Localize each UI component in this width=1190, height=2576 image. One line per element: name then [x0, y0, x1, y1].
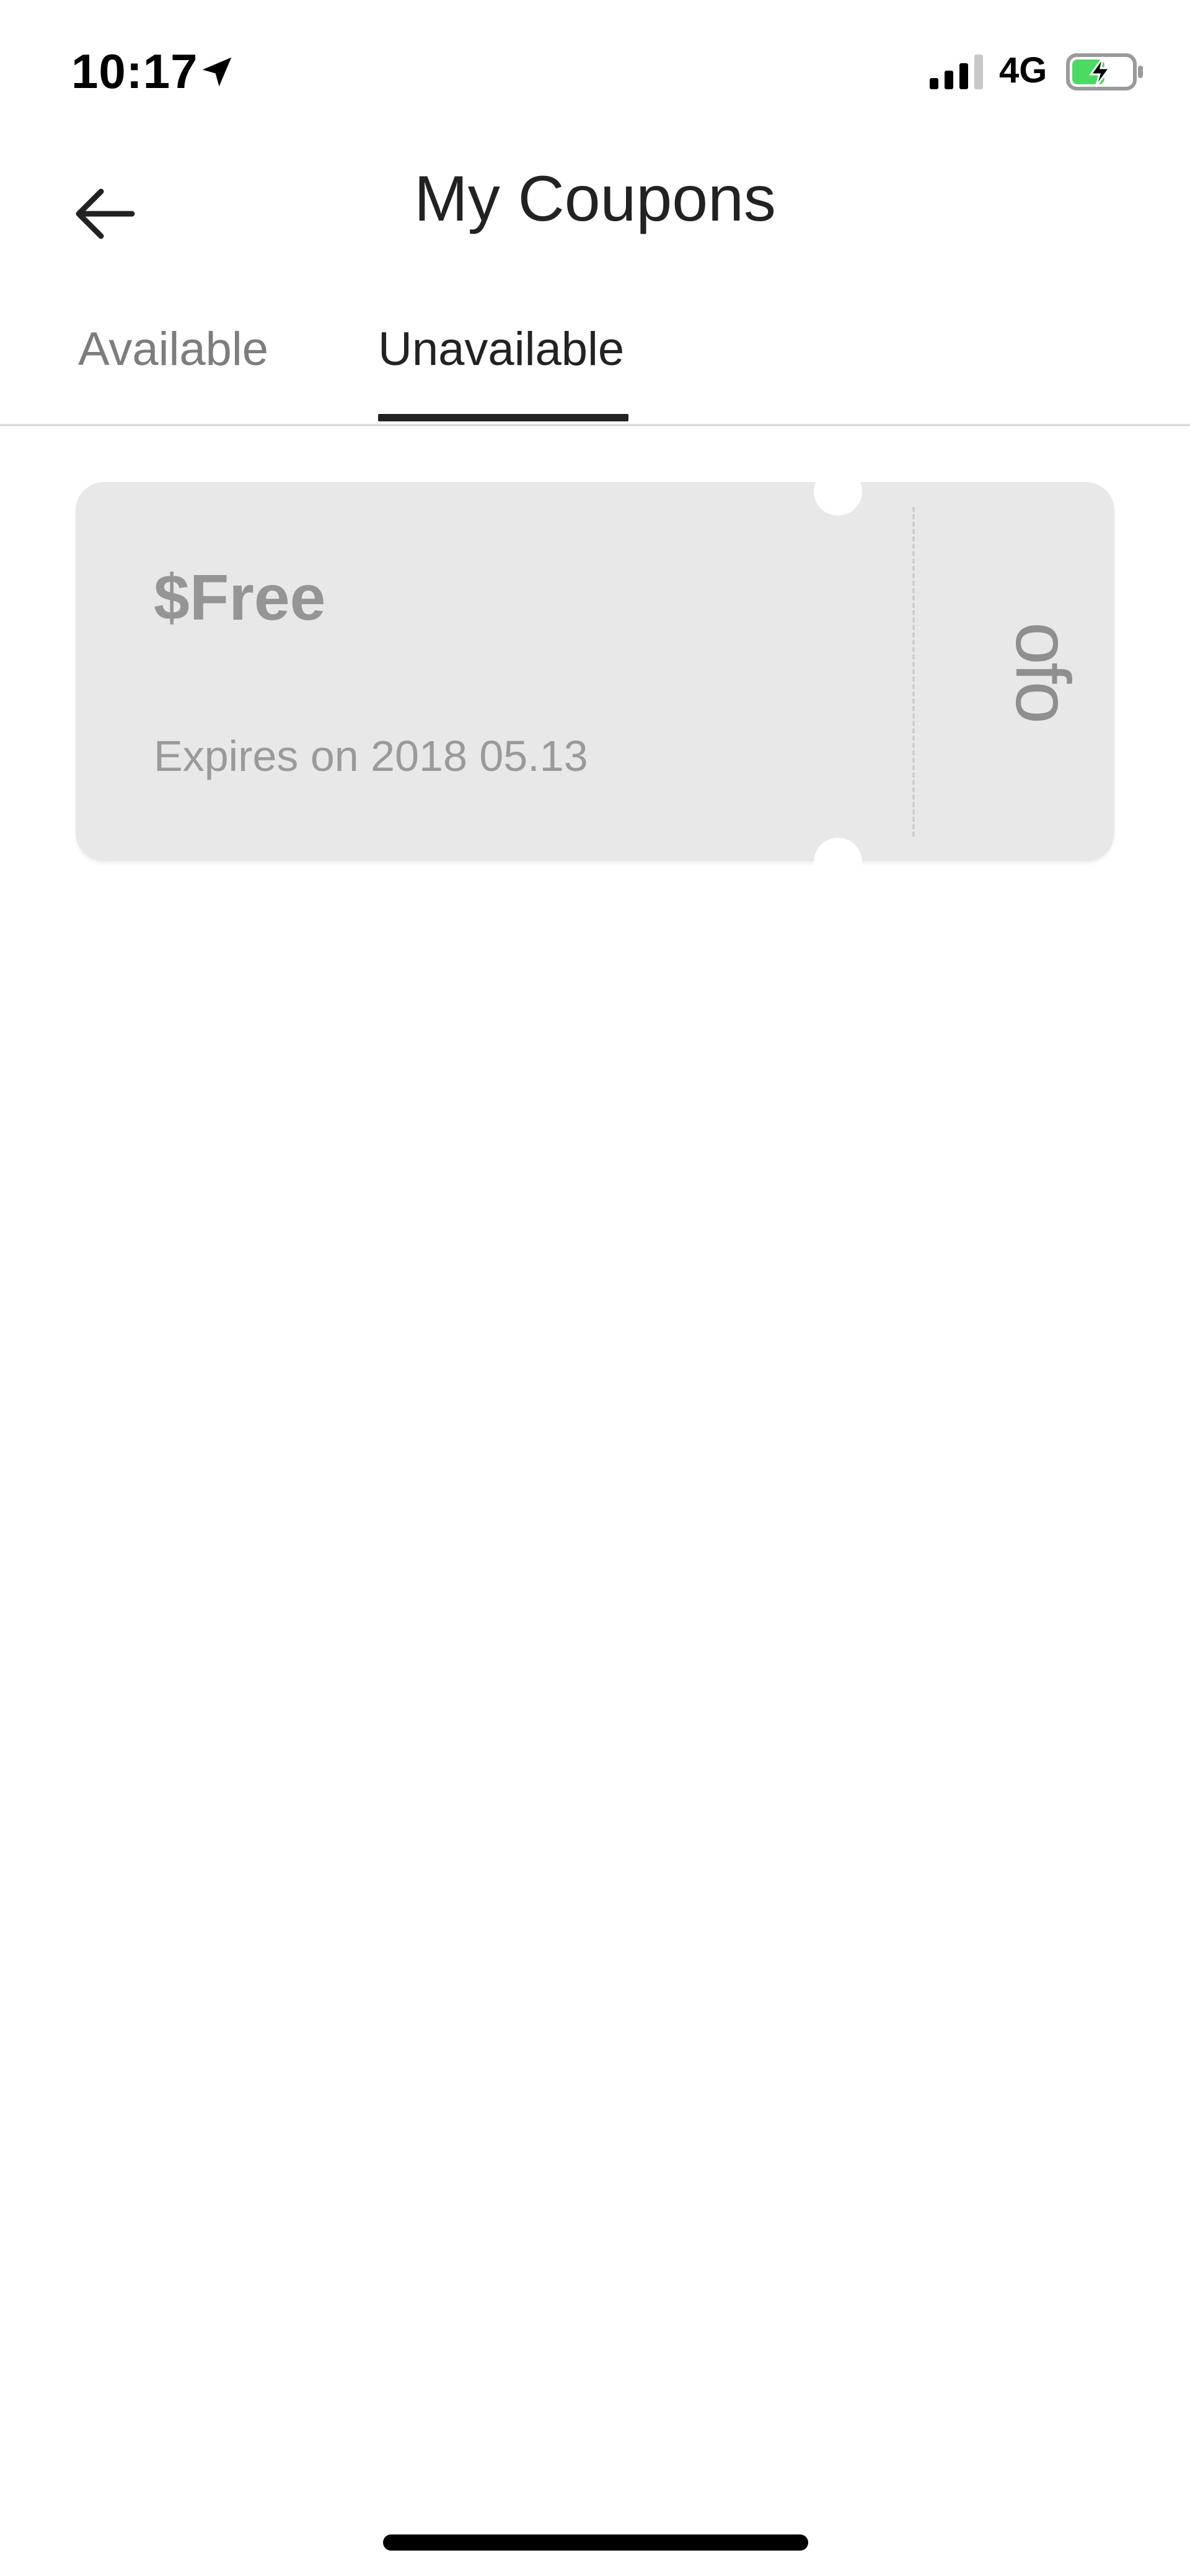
- status-time: 10:17: [71, 44, 198, 99]
- tab-unavailable[interactable]: Unavailable: [378, 322, 624, 424]
- coupon-expiry-date: Expires on 2018 05.13: [154, 732, 588, 780]
- active-tab-indicator: [378, 414, 628, 421]
- tab-available[interactable]: Available: [78, 322, 268, 424]
- network-type: 4G: [999, 50, 1047, 90]
- location-arrow-icon: [202, 57, 232, 87]
- battery-charging-icon: [1066, 53, 1143, 90]
- status-bar: 10:17 4G: [0, 0, 1190, 143]
- home-indicator[interactable]: [383, 2534, 808, 2551]
- coupon-tabs: Available Unavailable: [0, 310, 1190, 426]
- coupon-notch-bottom: [814, 838, 862, 886]
- coupon-card[interactable]: $Free Expires on 2018 05.13 ofo: [76, 482, 1114, 861]
- coupon-amount: $Free: [154, 562, 326, 634]
- page-title: My Coupons: [414, 163, 776, 235]
- coupon-brand-logo: ofo: [1000, 622, 1085, 722]
- signal-bars-icon: [930, 55, 983, 89]
- coupon-notch-top: [814, 467, 862, 516]
- coupon-perforation: [912, 507, 915, 837]
